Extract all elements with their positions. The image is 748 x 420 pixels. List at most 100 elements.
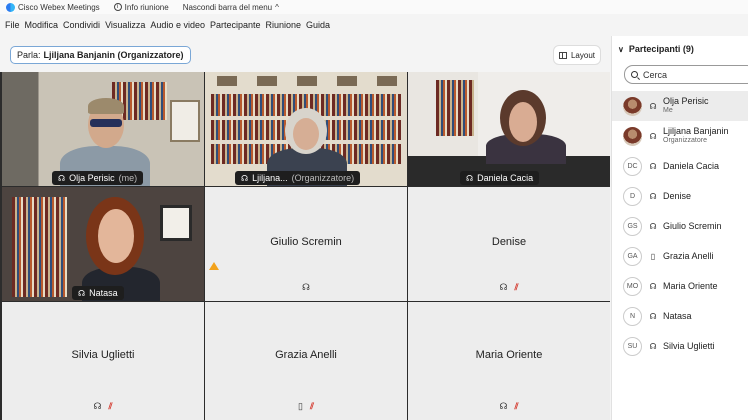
headphone-icon: ☊ bbox=[499, 401, 508, 411]
tile-status-icons: ☊ bbox=[205, 282, 407, 293]
avatar: GA bbox=[623, 246, 642, 266]
participant-role: Organizzatore bbox=[663, 137, 707, 144]
app-title: Cisco Webex Meetings bbox=[6, 2, 100, 12]
headphone-icon: ☊ bbox=[58, 173, 66, 183]
tile-name-badge: ☊ Ljiljana... (Organizzatore) bbox=[235, 171, 361, 185]
participant-row[interactable]: SU ☊ Silvia Uglietti bbox=[612, 331, 748, 361]
hide-menu-button[interactable]: Nascondi barra del menu ^ bbox=[183, 3, 279, 12]
headphone-icon: ☊ bbox=[649, 221, 657, 231]
tile-name-badge: ☊ Olja Perisic (me) bbox=[52, 171, 144, 185]
participant-name-block: Ljiljana Banjanin Organizzatore bbox=[663, 126, 729, 146]
participant-name: Silvia Uglietti bbox=[663, 341, 715, 351]
warning-icon bbox=[209, 262, 219, 270]
video-tile-grazia[interactable]: Grazia Anelli ▯ ⫽ bbox=[205, 302, 407, 420]
participant-row[interactable]: ☊ Olja Perisic Me bbox=[612, 91, 748, 121]
frames-row bbox=[217, 76, 397, 86]
participant-name-block: Silvia Uglietti bbox=[663, 341, 715, 351]
tile-name: Natasa bbox=[89, 288, 118, 298]
video-tile-denise[interactable]: Denise ☊ ⫽ bbox=[408, 187, 610, 301]
participant-name-block: Daniela Cacia bbox=[663, 161, 719, 171]
tile-status-icons: ☊ ⫽ bbox=[2, 401, 204, 412]
muted-mic-icon: ⫽ bbox=[514, 282, 519, 292]
avatar: DC bbox=[623, 156, 642, 176]
participants-title: Partecipanti (9) bbox=[628, 44, 694, 54]
headphone-icon: ☊ bbox=[649, 191, 657, 201]
participant-row[interactable]: DC ☊ Daniela Cacia bbox=[612, 151, 748, 181]
headphone-icon: ☊ bbox=[649, 341, 657, 351]
headphone-icon: ☊ bbox=[241, 173, 249, 183]
participant-row[interactable]: N ☊ Natasa bbox=[612, 301, 748, 331]
participants-header[interactable]: ∨ Partecipanti (9) bbox=[618, 44, 694, 54]
participant-row[interactable]: ☊ Ljiljana Banjanin Organizzatore bbox=[612, 121, 748, 151]
avatar bbox=[623, 126, 642, 146]
grid-layout-icon bbox=[558, 51, 567, 59]
participant-role: Me bbox=[663, 107, 673, 114]
participant-name: Ljiljana Banjanin bbox=[663, 126, 729, 136]
picture-frame bbox=[170, 100, 200, 142]
menu-modifica[interactable]: Modifica bbox=[25, 20, 59, 30]
participant-row[interactable]: MO ☊ Maria Oriente bbox=[612, 271, 748, 301]
menu-condividi[interactable]: Condividi bbox=[63, 20, 100, 30]
video-tile-maria[interactable]: Maria Oriente ☊ ⫽ bbox=[408, 302, 610, 420]
tile-name-badge: ☊ Natasa bbox=[72, 286, 124, 300]
headphone-icon: ☊ bbox=[499, 282, 508, 292]
participant-name-block: Denise bbox=[663, 191, 691, 201]
participant-name-block: Giulio Scremin bbox=[663, 221, 722, 231]
participant-name-block: Grazia Anelli bbox=[663, 251, 714, 261]
participant-name-block: Maria Oriente bbox=[663, 281, 718, 291]
menu-guida[interactable]: Guida bbox=[306, 20, 330, 30]
chevron-up-icon: ^ bbox=[275, 2, 279, 12]
participant-name: Olja Perisic bbox=[663, 96, 709, 106]
video-tile-silvia[interactable]: Silvia Uglietti ☊ ⫽ bbox=[2, 302, 204, 420]
tile-name: Daniela Cacia bbox=[477, 173, 534, 183]
headphone-icon: ☊ bbox=[302, 282, 310, 292]
active-speaker-label: Parla: Ljiljana Banjanin (Organizzatore) bbox=[10, 46, 191, 64]
video-tile-ljiljana[interactable]: ☊ Ljiljana... (Organizzatore) bbox=[205, 72, 407, 186]
muted-mic-icon: ⫽ bbox=[108, 401, 113, 411]
participants-panel: ∨ Partecipanti (9) Cerca ☊ Olja Perisic Me… bbox=[611, 36, 748, 420]
tile-name: Ljiljana... bbox=[252, 173, 288, 183]
participant-name: Grazia Anelli bbox=[663, 251, 714, 261]
avatar bbox=[623, 96, 642, 116]
menu-visualizza[interactable]: Visualizza bbox=[105, 20, 145, 30]
bookshelf bbox=[12, 197, 67, 297]
bookshelf bbox=[436, 80, 474, 136]
video-grid: ☊ Olja Perisic (me) ☊ Ljiljana... (Organ… bbox=[0, 72, 610, 420]
headphone-icon: ☊ bbox=[649, 281, 657, 291]
headphone-icon: ☊ bbox=[649, 131, 657, 141]
tile-status-icons: ▯ ⫽ bbox=[205, 401, 407, 412]
headphone-icon: ☊ bbox=[93, 401, 102, 411]
participant-row[interactable]: D ☊ Denise bbox=[612, 181, 748, 211]
speaker-name: Ljiljana Banjanin (Organizzatore) bbox=[43, 50, 184, 60]
tile-name: Giulio Scremin bbox=[270, 236, 342, 248]
layout-button[interactable]: Layout bbox=[553, 45, 601, 65]
avatar: GS bbox=[623, 216, 642, 236]
participant-search-input[interactable]: Cerca bbox=[624, 65, 748, 84]
tile-name: Maria Oriente bbox=[475, 349, 543, 361]
tile-name-suffix: (Organizzatore) bbox=[291, 173, 355, 183]
participant-list: ☊ Olja Perisic Me ☊ Ljiljana Banjanin Organiz… bbox=[612, 91, 748, 361]
info-icon: i bbox=[113, 3, 122, 11]
tile-name: Silvia Uglietti bbox=[71, 349, 135, 361]
video-tile-daniela[interactable]: ☊ Daniela Cacia bbox=[408, 72, 610, 186]
video-tile-giulio[interactable]: Giulio Scremin ☊ bbox=[205, 187, 407, 301]
webex-logo-icon bbox=[6, 2, 15, 12]
meeting-info-button[interactable]: i Info riunione bbox=[113, 3, 169, 12]
participant-row[interactable]: GS ☊ Giulio Scremin bbox=[612, 211, 748, 241]
participant-row[interactable]: GA ▯ Grazia Anelli bbox=[612, 241, 748, 271]
participant-name: Giulio Scremin bbox=[663, 221, 722, 231]
participant-name-block: Olja Perisic Me bbox=[663, 96, 709, 116]
video-tile-olja[interactable]: ☊ Olja Perisic (me) bbox=[2, 72, 204, 186]
avatar: MO bbox=[623, 276, 642, 296]
video-tile-natasa[interactable]: ☊ Natasa bbox=[2, 187, 204, 301]
menu-partecipante[interactable]: Partecipante bbox=[210, 20, 261, 30]
menu-file[interactable]: File bbox=[5, 20, 20, 30]
avatar: SU bbox=[623, 336, 642, 356]
participant-name-block: Natasa bbox=[663, 311, 692, 321]
tile-name-badge: ☊ Daniela Cacia bbox=[460, 171, 540, 185]
menu-riunione[interactable]: Riunione bbox=[266, 20, 302, 30]
layout-button-label: Layout bbox=[570, 50, 596, 60]
search-icon bbox=[631, 71, 638, 78]
menu-audio-video[interactable]: Audio e video bbox=[150, 20, 205, 30]
menu-bar: File Modifica Condividi Visualizza Audio… bbox=[0, 17, 748, 33]
